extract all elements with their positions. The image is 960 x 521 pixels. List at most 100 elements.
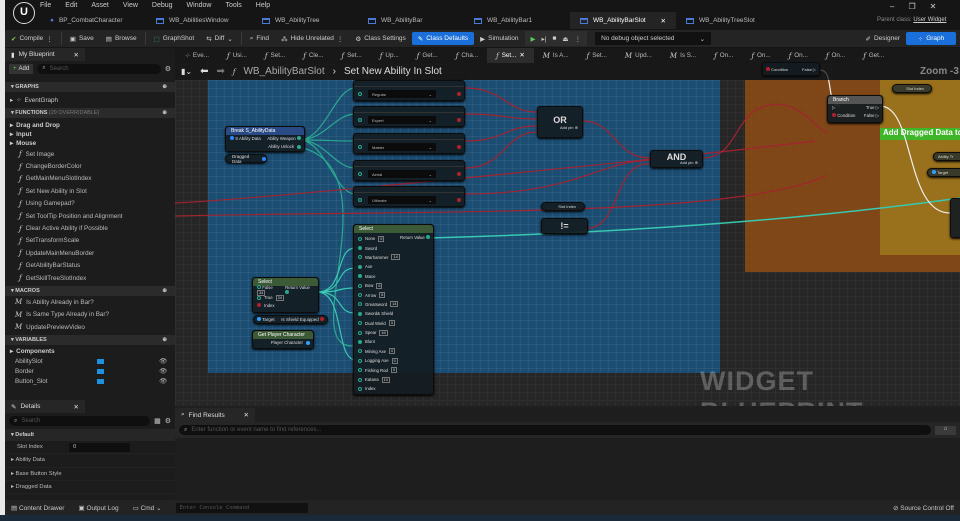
step-icon[interactable]: ▸| <box>542 35 547 43</box>
enum-pin-icon[interactable] <box>358 246 362 251</box>
enum-pin-icon[interactable] <box>358 330 362 335</box>
enum-dropdown[interactable]: Aerial ⌄ <box>368 170 436 178</box>
graph-tab[interactable]: M Upd... <box>616 48 661 63</box>
doc-tab-wb-abilitytree[interactable]: WB_AbilityTree <box>252 12 358 29</box>
class-defaults-button[interactable]: ✎ Class Defaults <box>411 32 475 45</box>
bool-pin-icon[interactable] <box>766 66 770 71</box>
enum-pin-icon[interactable] <box>297 144 301 149</box>
forward-arrow-icon[interactable]: ➡ <box>217 66 225 77</box>
enum-pin-icon[interactable] <box>358 145 362 149</box>
diff-button[interactable]: ⇆ Diff ⌄ <box>200 30 239 47</box>
eject-icon[interactable]: ⏏ <box>562 35 568 43</box>
class-settings-button[interactable]: ⚙ Class Settings <box>349 30 411 47</box>
dragged-data-getter[interactable]: Dragged Data <box>225 154 267 164</box>
debug-object-select[interactable]: No debug object selected ⌄ <box>595 32 712 45</box>
pin-value[interactable]: 14 <box>390 301 399 308</box>
enum-pin-icon[interactable] <box>358 92 362 96</box>
slot-index-input[interactable]: 0 <box>69 442 130 452</box>
graph-button[interactable]: ⁘ Graph <box>906 32 956 45</box>
enum-dropdown[interactable]: Expert ⌄ <box>368 116 436 124</box>
object-pin-icon[interactable] <box>257 317 261 321</box>
function-category[interactable]: ▸ Mouse <box>5 139 175 148</box>
close-icon[interactable]: ✕ <box>930 2 937 11</box>
graph-editor[interactable]: Add Dragged Data to WIDGET BLUEPRINT <box>175 48 960 406</box>
variables-section-header[interactable]: ▾ VARIABLES ⊕ <box>5 335 175 346</box>
variable-item[interactable]: Border 👁 <box>5 366 175 376</box>
content-drawer-button[interactable]: ▤ Content Drawer <box>11 504 64 512</box>
menu-debug[interactable]: Debug <box>152 2 173 9</box>
graph-tab[interactable]: ƒ On... <box>780 48 817 63</box>
pin-value[interactable]: 3 <box>388 320 395 327</box>
source-control-button[interactable]: ⊘ Source Control Off <box>893 504 954 512</box>
enum-dropdown[interactable]: Master ⌄ <box>368 143 436 151</box>
enum-equal-node[interactable]: Master ⌄ <box>353 133 465 154</box>
graphshot-button[interactable]: ⬚ GraphShot <box>148 30 201 47</box>
graph-tab[interactable]: ƒ Up... <box>371 48 408 63</box>
graph-tab[interactable]: ƒ On... <box>817 48 854 63</box>
browse-button[interactable]: ▤ Browse <box>100 30 143 47</box>
doc-tab-wb-abilitybarslot[interactable]: WB_AbilityBarSlot ✕ <box>570 12 676 29</box>
slot-index-getter[interactable]: Slot Index <box>541 202 585 211</box>
stop-icon[interactable]: ■ <box>552 35 556 42</box>
or-node[interactable]: OR Add pin ⊕ <box>537 106 583 138</box>
settings-gear-icon[interactable]: ⚙ <box>165 417 171 425</box>
function-item[interactable]: ƒ Using Gamepad? <box>5 198 175 210</box>
graph-tab[interactable]: M Is S... <box>661 48 705 63</box>
macro-item[interactable]: M Is Same Type Already in Bar? <box>5 309 175 321</box>
macro-item[interactable]: M UpdatePreviewVideo <box>5 321 175 333</box>
enum-pin-icon[interactable] <box>358 118 362 122</box>
graph-tab[interactable]: ƒ Set... <box>578 48 616 63</box>
get-player-character-node[interactable]: Get Player Character Player Character <box>252 330 314 349</box>
function-item[interactable]: ƒ GetMainMenuSlotIndex <box>5 173 175 185</box>
graph-tab[interactable]: ⁘ Eve... <box>175 48 218 63</box>
enum-pin-icon[interactable] <box>358 339 362 344</box>
designer-button[interactable]: ✐ Designer <box>860 30 906 47</box>
bool-pin-icon[interactable] <box>457 118 461 122</box>
add-circle-icon[interactable]: ⊕ <box>162 110 167 116</box>
my-blueprint-tab[interactable]: ▮ My Blueprint ✕ <box>5 48 85 61</box>
enum-pin-icon[interactable] <box>358 358 362 363</box>
enum-pin-icon[interactable] <box>358 255 362 260</box>
enum-pin-icon[interactable] <box>426 235 430 239</box>
table-view-icon[interactable]: ▦ <box>154 417 161 425</box>
cmd-dropdown[interactable]: ▭ Cmd ⌄ <box>133 504 162 512</box>
more-icon[interactable]: ⋮ <box>575 35 582 43</box>
doc-tab-wb-abilitybar1[interactable]: WB_AbilityBar1 <box>464 12 570 29</box>
enum-pin-icon[interactable] <box>358 311 362 316</box>
add-circle-icon[interactable]: ⊕ <box>162 84 167 90</box>
pin-value[interactable]: 8 <box>379 292 386 299</box>
graph-tab[interactable]: ƒ Get... <box>408 48 447 63</box>
hide-unrelated-button[interactable]: ⁂ Hide Unrelated ⋮ <box>275 30 349 47</box>
is-shield-equipped-node[interactable]: Target Is Shield Equipped <box>253 315 328 324</box>
enum-pin-icon[interactable] <box>358 302 362 307</box>
pin-value[interactable]: 44 <box>379 329 388 336</box>
bool-pin-icon[interactable] <box>457 172 461 176</box>
bool-pin-icon[interactable] <box>257 303 261 308</box>
pin-value[interactable]: 6 <box>376 282 383 289</box>
pin-value[interactable]: 10 <box>381 376 390 383</box>
doc-tab-wb-abilitytreeslot[interactable]: WB_AbilityTreeSlot <box>676 12 776 29</box>
base-button-style-row[interactable]: ▸ Base Button Style <box>5 468 175 481</box>
select-node-weapon[interactable]: Select Return Value None 0 Sword Warhammer 1… <box>353 224 434 395</box>
graph-tab[interactable]: ƒ Cle... <box>294 48 332 63</box>
menu-file[interactable]: File <box>40 2 51 9</box>
object-pin-icon[interactable] <box>306 340 310 345</box>
enum-dropdown[interactable]: Ultimate ⌄ <box>368 196 436 204</box>
exec-in-pin[interactable]: ▷ <box>832 105 835 111</box>
function-item[interactable]: ƒ GetAbilityBarStatus <box>5 260 175 272</box>
enum-pin-icon[interactable] <box>257 295 261 300</box>
function-category[interactable]: ▸ Drag and Drop <box>5 121 175 130</box>
ability-tree-getter[interactable]: Ability Tr <box>933 152 960 161</box>
enum-equal-node[interactable]: Regular ⌄ <box>353 80 465 101</box>
pin-value[interactable]: 0 <box>378 235 385 242</box>
console-input[interactable]: Enter Console Command <box>175 502 308 513</box>
variable-item[interactable]: AbilitySlot 👁 <box>5 356 175 366</box>
back-arrow-icon[interactable]: ⬅ <box>200 66 208 77</box>
pin-value[interactable]: 24 <box>275 294 284 301</box>
history-icon[interactable]: ▮⌄ <box>181 67 192 76</box>
enum-equal-node[interactable]: Ultimate ⌄ <box>353 186 465 207</box>
add-pin-button[interactable]: Add pin ⊕ <box>538 125 582 130</box>
visibility-eye-icon[interactable]: 👁 <box>159 367 167 375</box>
enum-pin-icon[interactable] <box>358 377 362 382</box>
doc-tab-bp-combatcharacter[interactable]: ● BP_CombatCharacter <box>40 12 146 29</box>
